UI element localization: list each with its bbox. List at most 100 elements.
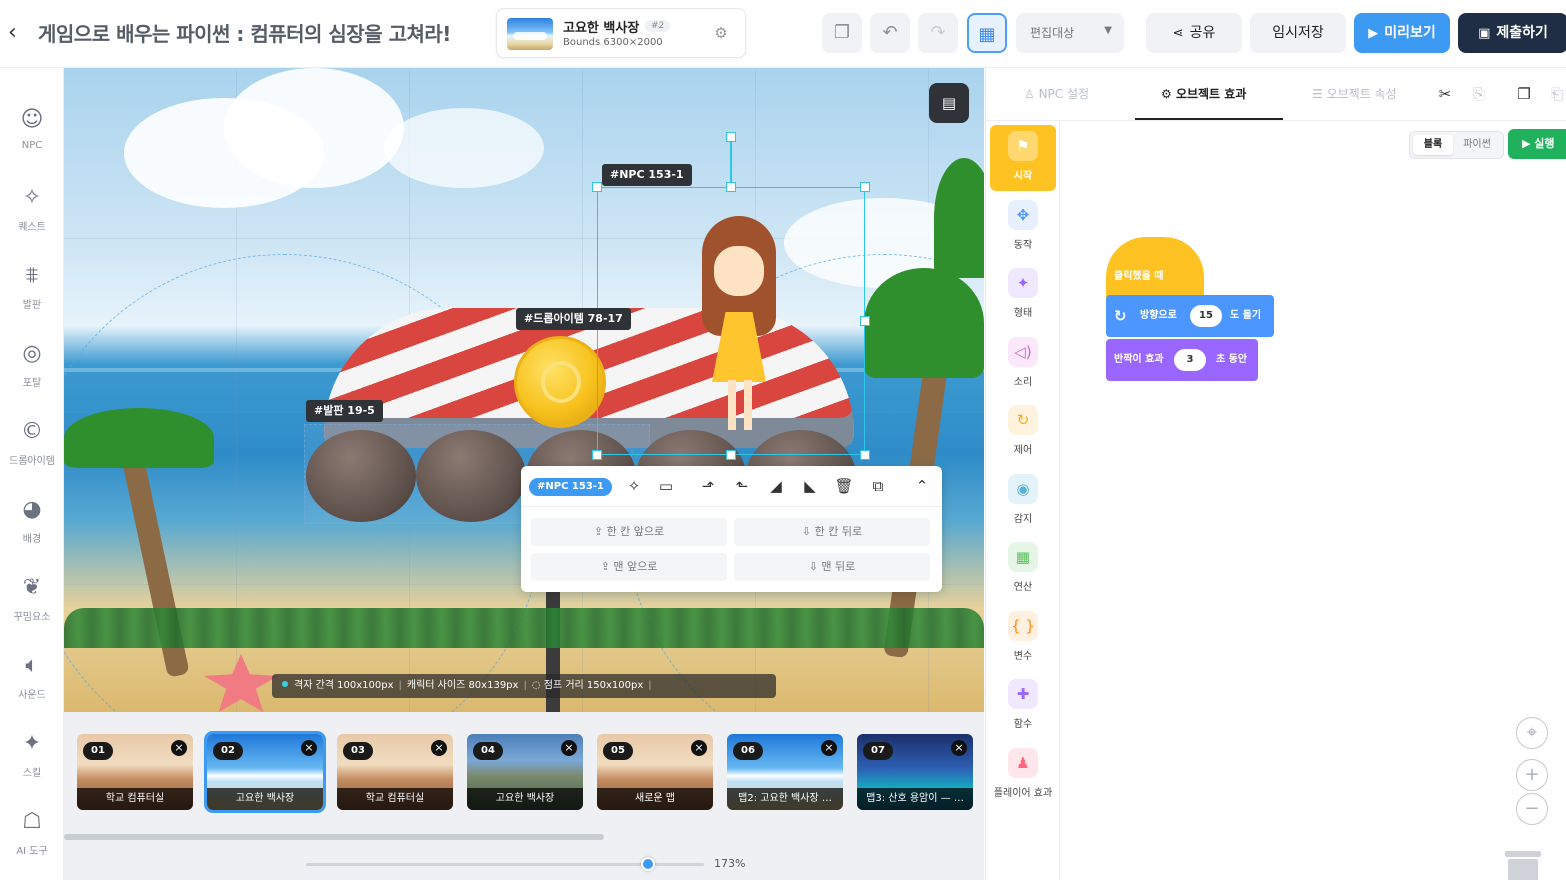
horizontal-scrollbar[interactable] <box>64 834 604 840</box>
category-control[interactable]: ↻ 제어 <box>990 399 1056 465</box>
close-icon[interactable]: × <box>691 740 707 756</box>
close-icon[interactable]: × <box>951 740 967 756</box>
zoom-out-icon[interactable]: − <box>1516 793 1548 825</box>
sparkle-effect-block[interactable]: 반짝이 효과 3 초 동안 <box>1106 339 1258 381</box>
map-canvas[interactable]: #NPC 153-1 #드롭아이템 78-17 #발판 19-5 ▤ #NPC … <box>64 68 984 712</box>
resize-handle[interactable] <box>860 316 870 326</box>
drop-item-coin[interactable] <box>514 336 606 428</box>
category-motion[interactable]: ✥ 동작 <box>990 194 1056 260</box>
resize-handle[interactable] <box>726 450 736 460</box>
trash-icon[interactable] <box>1505 851 1541 880</box>
recenter-icon[interactable]: ⌖ <box>1516 717 1548 749</box>
toolbar-portal[interactable]: ◎ 포탈 <box>0 340 64 410</box>
resize-handle[interactable] <box>860 450 870 460</box>
flip-horizontal-icon[interactable]: ◢ <box>765 475 787 497</box>
mode-block-button[interactable]: 블록 <box>1413 135 1453 155</box>
share-button[interactable]: ⋖ 공유 <box>1146 13 1242 53</box>
platform-rock[interactable] <box>306 430 416 522</box>
turn-degrees-input[interactable]: 15 <box>1190 305 1222 327</box>
scene-card[interactable]: 06 × 맵2: 고요한 백사장 … <box>727 734 843 810</box>
toolbar-quest[interactable]: ✧ 퀘스트 <box>0 184 64 254</box>
close-icon[interactable]: × <box>301 740 317 756</box>
resize-handle[interactable] <box>592 182 602 192</box>
toolbar-drop-item[interactable]: © 드롭아이템 <box>0 418 64 488</box>
gear-icon[interactable]: ⚙ <box>711 23 731 43</box>
category-functions[interactable]: ✚ 함수 <box>990 673 1056 739</box>
scene-card[interactable]: 01 × 학교 컴퓨터실 <box>77 734 193 810</box>
resize-handle[interactable] <box>860 182 870 192</box>
tab-npc-settings[interactable]: ♙ NPC 설정 <box>1024 68 1089 120</box>
zoom-slider-knob[interactable] <box>641 857 656 871</box>
selection-box[interactable] <box>597 187 865 455</box>
resize-handle[interactable] <box>726 182 736 192</box>
sliders-icon: ☰ <box>1312 87 1327 101</box>
comment-icon[interactable]: ▭ <box>655 475 677 497</box>
trash-body <box>1508 859 1538 880</box>
run-button[interactable]: ▶ 실행 <box>1508 129 1566 159</box>
block-workspace[interactable]: 블록 파이썬 ▶ 실행 클릭했을 때 ↻ 방향으로 15 도 돌기 반짝이 효과… <box>1061 121 1566 880</box>
close-icon[interactable]: × <box>171 740 187 756</box>
toolbar-ai-tool[interactable]: ☖ AI 도구 <box>0 808 64 878</box>
close-icon[interactable]: × <box>561 740 577 756</box>
effect-seconds-input[interactable]: 3 <box>1174 349 1206 371</box>
toolbar-decoration[interactable]: ❦ 꾸밈요소 <box>0 574 64 644</box>
map-thumbnail <box>507 18 553 50</box>
tab-object-properties[interactable]: ☰ 오브젝트 속성 <box>1312 68 1397 120</box>
zoom-in-icon[interactable]: + <box>1516 759 1548 791</box>
scene-card-active[interactable]: 02 × 고요한 백사장 <box>204 731 326 813</box>
flip-vertical-icon[interactable]: ◣ <box>799 475 821 497</box>
delete-icon[interactable]: 🗑︎ <box>833 475 855 497</box>
rotate-handle[interactable] <box>726 132 736 142</box>
close-icon[interactable]: × <box>431 740 447 756</box>
back-arrow-icon[interactable]: ‹ <box>8 20 28 46</box>
platform-rock[interactable] <box>416 430 526 522</box>
toolbar-skill[interactable]: ✦ 스킬 <box>0 730 64 800</box>
scene-card[interactable]: 04 × 고요한 백사장 <box>467 734 583 810</box>
undo-icon[interactable]: ↶ <box>870 13 910 53</box>
scene-card[interactable]: 07 × 맵3: 산호 용암이 — … <box>857 734 973 810</box>
resize-handle[interactable] <box>592 450 602 460</box>
send-backward-button[interactable]: ⇩ 한 칸 뒤로 <box>734 518 930 546</box>
paste-icon[interactable]: ⎘ <box>1469 84 1489 104</box>
redo-icon[interactable]: ↷ <box>918 13 958 53</box>
turn-block[interactable]: ↻ 방향으로 15 도 돌기 <box>1106 295 1274 337</box>
bring-to-front-button[interactable]: ⇪ 맨 앞으로 <box>531 553 727 581</box>
scene-card[interactable]: 05 × 새로운 맵 <box>597 734 713 810</box>
panel-toggle-icon[interactable]: ▤ <box>929 83 969 123</box>
category-variables[interactable]: { } 변수 <box>990 605 1056 671</box>
scene-card[interactable]: 03 × 학교 컴퓨터실 <box>337 734 453 810</box>
tab-object-effects[interactable]: ⚙ 오브젝트 효과 <box>1135 68 1283 120</box>
category-sensing[interactable]: ◉ 감지 <box>990 468 1056 534</box>
layer-down-icon: ⇩ <box>801 525 815 538</box>
toolbar-sound[interactable]: 🔈︎ 사운드 <box>0 652 64 722</box>
cut-icon[interactable]: ✂ <box>1435 84 1455 104</box>
rotate-left-icon[interactable]: ⬏ <box>697 475 719 497</box>
category-player-effects[interactable]: ♟ 플레이어 효과 <box>990 742 1056 808</box>
duplicate-icon[interactable]: ⧉ <box>867 475 889 497</box>
preview-button[interactable]: ▶ 미리보기 <box>1354 13 1450 53</box>
current-map-card[interactable]: 고요한 백사장 #2 Bounds 6300×2000 ⚙ <box>496 8 746 58</box>
bring-forward-button[interactable]: ⇪ 한 칸 앞으로 <box>531 518 727 546</box>
category-looks[interactable]: ✦ 형태 <box>990 262 1056 328</box>
temp-save-button[interactable]: 임시저장 <box>1250 13 1346 53</box>
rotate-right-icon[interactable]: ⬑ <box>731 475 753 497</box>
collapse-icon[interactable]: ⌃ <box>911 475 933 497</box>
sparkle-icon[interactable]: ✧ <box>623 475 645 497</box>
when-clicked-block[interactable]: 클릭했을 때 <box>1106 237 1204 301</box>
category-operators[interactable]: ▦ 연산 <box>990 536 1056 602</box>
close-icon[interactable]: × <box>821 740 837 756</box>
mode-python-button[interactable]: 파이썬 <box>1457 135 1497 155</box>
copy-icon[interactable]: ❐ <box>822 13 862 53</box>
category-start[interactable]: ⚑ 시작 <box>990 125 1056 191</box>
submit-button[interactable]: ▣ 제출하기 <box>1458 13 1566 53</box>
category-sound[interactable]: ◁) 소리 <box>990 331 1056 397</box>
toolbar-label: 드롭아이템 <box>9 456 55 467</box>
send-to-back-button[interactable]: ⇩ 맨 뒤로 <box>734 553 930 581</box>
edit-target-select[interactable]: 편집대상 ▼ <box>1016 13 1124 53</box>
copy-icon[interactable]: ❐ <box>1514 84 1534 104</box>
grid-toggle-icon[interactable]: ▦ <box>967 13 1007 53</box>
toolbar-background[interactable]: ◕ 배경 <box>0 496 64 566</box>
clipboard-icon[interactable]: ⎗ <box>1547 84 1566 104</box>
toolbar-platform[interactable]: ⩨ 발판 <box>0 262 64 332</box>
toolbar-npc[interactable]: ☺ NPC <box>0 106 64 176</box>
